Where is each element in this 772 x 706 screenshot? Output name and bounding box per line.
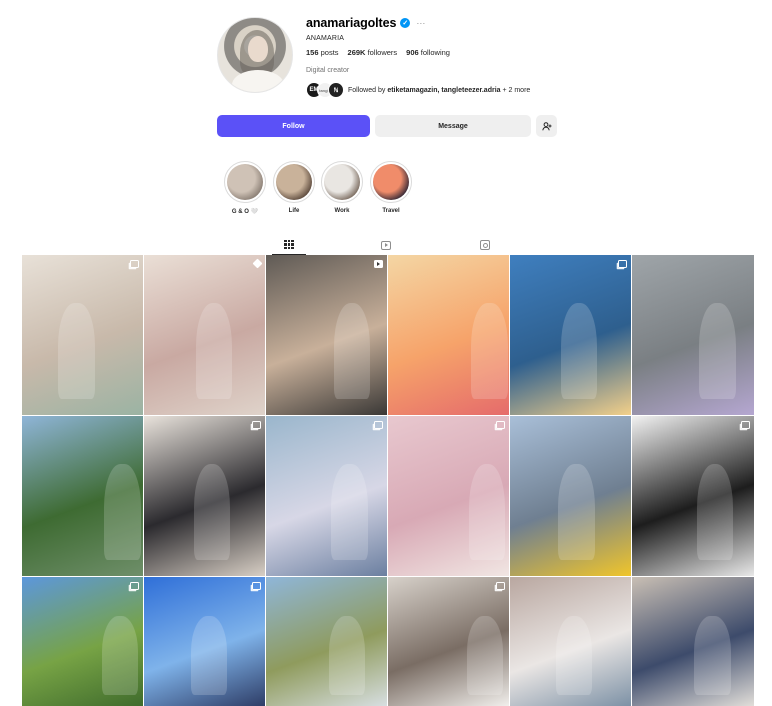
photo-subject [696, 464, 734, 560]
post-thumbnail[interactable] [22, 416, 143, 576]
photo-subject [560, 303, 598, 399]
post-thumbnail[interactable] [388, 577, 509, 706]
photo-subject [193, 464, 230, 560]
full-name: ANAMARIA [306, 35, 345, 42]
profile-avatar[interactable] [217, 17, 293, 93]
post-thumbnail[interactable] [22, 577, 143, 706]
highlight-label: Work [334, 208, 350, 214]
following-stat[interactable]: 906 following [406, 48, 450, 57]
profile-stats: 156 posts 269K followers 906 following [306, 48, 566, 57]
carousel-icon [496, 582, 505, 590]
highlight-item[interactable]: Travel [370, 161, 412, 214]
more-options-icon[interactable]: ⋯ [416, 18, 425, 29]
posts-grid [22, 255, 754, 706]
photo-subject [331, 464, 368, 560]
photo-subject [558, 464, 595, 560]
profile-header: anamariagoltes ✓ ⋯ ANAMARIA 156 posts 26… [217, 14, 557, 114]
highlight-label: Travel [382, 208, 400, 214]
tab-tagged[interactable] [468, 235, 502, 255]
profile-actions: Follow Message [217, 115, 557, 137]
carousel-icon [618, 260, 627, 268]
post-thumbnail[interactable] [632, 255, 754, 415]
post-thumbnail[interactable] [510, 416, 631, 576]
post-thumbnail[interactable] [632, 577, 754, 706]
post-thumbnail[interactable] [510, 255, 631, 415]
story-highlights: G & O 🤍 Life Work Travel [224, 161, 424, 221]
post-thumbnail[interactable] [510, 577, 631, 706]
photo-subject [196, 303, 233, 399]
carousel-icon [130, 582, 139, 590]
followed-by-text: Followed by etiketamagazin, tangleteezer… [348, 86, 531, 94]
highlight-cover [276, 164, 312, 200]
carousel-icon [130, 260, 139, 268]
post-thumbnail[interactable] [144, 255, 265, 415]
posts-stat: 156 posts [306, 48, 339, 57]
photo-subject [555, 616, 593, 695]
tab-reels[interactable] [369, 235, 403, 255]
photo-subject [333, 303, 371, 399]
post-thumbnail[interactable] [388, 255, 509, 415]
post-thumbnail[interactable] [266, 255, 387, 415]
photo-subject [699, 303, 736, 399]
highlight-cover [227, 164, 263, 200]
tab-posts[interactable] [272, 235, 306, 255]
username: anamariagoltes [306, 16, 397, 30]
reel-icon [374, 260, 383, 268]
carousel-icon [252, 421, 261, 429]
followed-by[interactable]: EM tangle ℕ Followed by etiketamagazin, … [306, 82, 566, 98]
followers-stat[interactable]: 269K followers [348, 48, 398, 57]
carousel-icon [741, 421, 750, 429]
highlight-item[interactable]: Life [273, 161, 315, 214]
photo-subject [104, 464, 141, 560]
verified-badge-icon: ✓ [400, 18, 411, 28]
profile-category: Digital creator [306, 67, 350, 74]
tagged-icon [480, 240, 490, 250]
photo-subject [58, 303, 95, 399]
post-thumbnail[interactable] [266, 416, 387, 576]
carousel-icon [252, 582, 261, 590]
carousel-icon [374, 421, 383, 429]
message-button[interactable]: Message [375, 115, 531, 137]
photo-subject [471, 303, 508, 399]
photo-subject [191, 616, 228, 695]
carousel-icon [496, 421, 505, 429]
photo-subject [694, 616, 731, 695]
highlight-item[interactable]: Work [321, 161, 363, 214]
username-row: anamariagoltes ✓ ⋯ [306, 14, 566, 32]
reels-icon [381, 240, 391, 250]
post-thumbnail[interactable] [266, 577, 387, 706]
grid-icon [284, 239, 294, 250]
post-thumbnail[interactable] [22, 255, 143, 415]
photo-subject [328, 616, 366, 695]
highlight-cover [373, 164, 409, 200]
post-thumbnail[interactable] [388, 416, 509, 576]
highlight-label: Life [288, 208, 300, 214]
post-thumbnail[interactable] [632, 416, 754, 576]
highlight-label: G & O 🤍 [231, 209, 259, 215]
mutual-avatar: ℕ [328, 82, 344, 98]
photo-subject [466, 616, 503, 695]
post-thumbnail[interactable] [144, 416, 265, 576]
follow-button[interactable]: Follow [217, 115, 370, 137]
highlight-cover [324, 164, 360, 200]
post-thumbnail[interactable] [144, 577, 265, 706]
profile-tabs [22, 234, 751, 255]
highlight-item[interactable]: G & O 🤍 [224, 161, 266, 215]
person-plus-icon[interactable] [536, 115, 557, 137]
profile-info: anamariagoltes ✓ ⋯ ANAMARIA 156 posts 26… [306, 14, 566, 98]
photo-subject [101, 616, 139, 695]
pinned-icon [252, 258, 263, 269]
photo-subject [469, 464, 506, 560]
